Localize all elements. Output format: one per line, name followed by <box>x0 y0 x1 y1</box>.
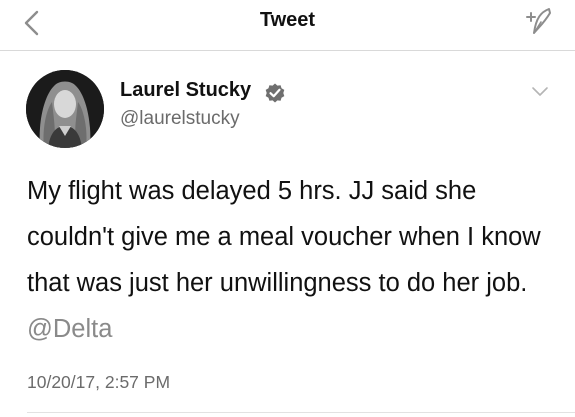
chevron-down-icon[interactable] <box>531 86 549 98</box>
tweet-body: My flight was delayed 5 hrs. JJ said she… <box>27 177 541 297</box>
tweet-text: My flight was delayed 5 hrs. JJ said she… <box>27 168 557 352</box>
page-title: Tweet <box>259 9 316 31</box>
verified-badge-icon <box>265 83 285 103</box>
author-display-name[interactable]: Laurel Stucky <box>120 79 251 102</box>
author-handle[interactable]: @laurelstucky <box>120 108 240 130</box>
compose-feather-icon[interactable] <box>519 5 555 37</box>
tweet-timestamp: 10/20/17, 2:57 PM <box>27 372 171 392</box>
profile-photo <box>26 70 104 148</box>
divider <box>27 412 575 413</box>
top-navigation-bar: Tweet <box>0 0 575 51</box>
mention-link[interactable]: @Delta <box>27 315 112 343</box>
avatar[interactable] <box>26 70 104 148</box>
